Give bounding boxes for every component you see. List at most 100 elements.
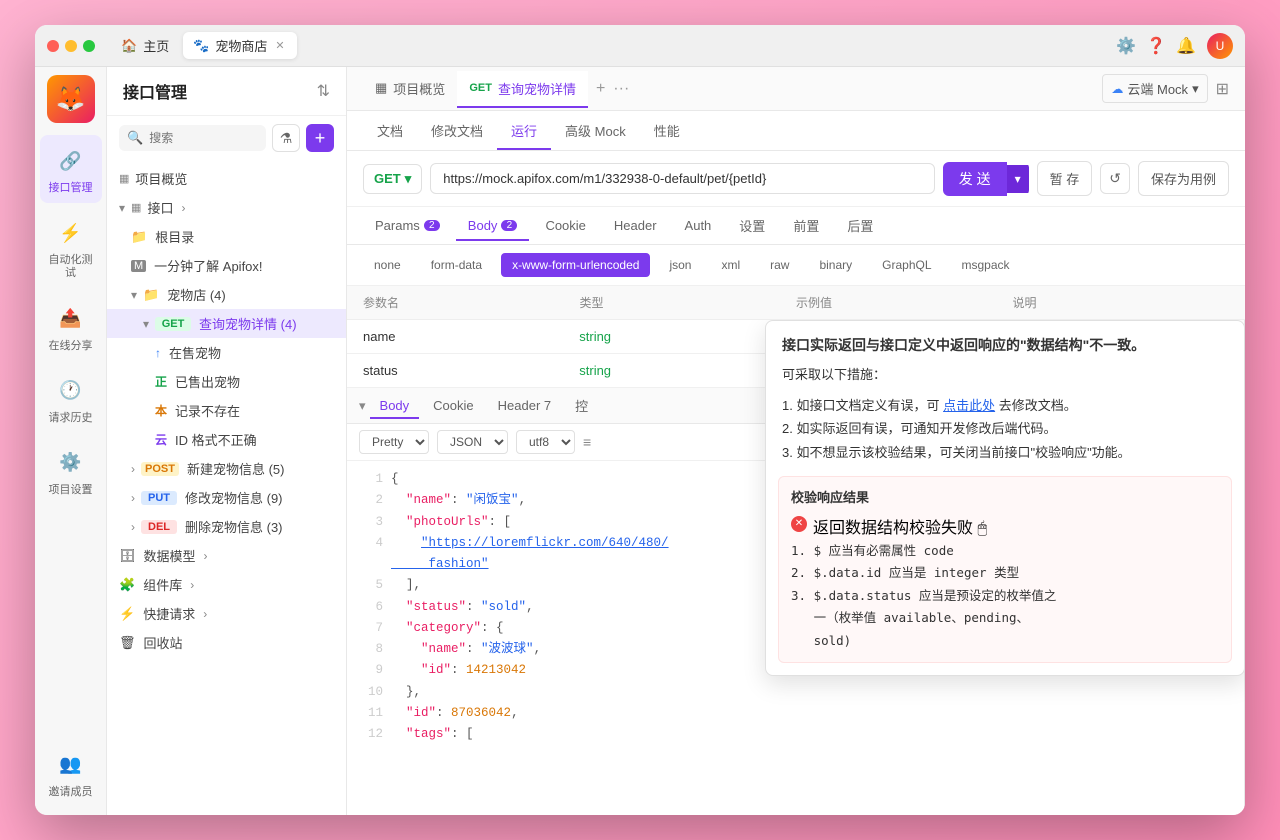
params-tab-settings[interactable]: 设置 [727,210,777,243]
body-type-xml[interactable]: xml [710,253,751,277]
not-exist-label: 记录不存在 [175,401,240,420]
lang-select[interactable]: JSON XML [437,430,508,454]
response-tab-cookie[interactable]: Cookie [423,394,483,419]
sidebar-item-automation[interactable]: ⚡ 自动化测试 [40,207,102,288]
sub-tab-performance[interactable]: 性能 [640,113,694,150]
help-icon[interactable]: ❓ [1147,37,1165,55]
tab-close-icon[interactable]: ✕ [273,38,286,53]
wrap-icon[interactable]: ≡ [583,434,591,450]
close-button[interactable] [47,40,59,52]
sub-tab-run[interactable]: 运行 [497,113,551,150]
tree-node-quick-request[interactable]: ⚡ 快捷请求 › [107,599,346,628]
data-model-label: 数据模型 [144,546,196,565]
settings-icon[interactable]: ⚙️ [1117,37,1135,55]
fix-doc-link[interactable]: 点击此处 [943,398,995,413]
tab-petshop[interactable]: 🐾 宠物商店 ✕ [183,32,296,59]
body-type-json[interactable]: json [658,253,702,277]
add-tab-button[interactable]: + [588,72,613,106]
validation-result-title: 校验响应结果 [791,487,1219,506]
response-tab-header[interactable]: Header 7 [488,394,561,419]
response-tab-control[interactable]: 控 [565,392,598,421]
tree-node-sale-pet[interactable]: ↑ 在售宠物 [107,338,346,367]
tree-node-sold-pet[interactable]: 正 已售出宠物 [107,367,346,396]
add-button[interactable]: + [306,124,334,152]
sidebar-item-invite-member[interactable]: 👥 邀请成员 [40,739,102,807]
response-tab-body[interactable]: Body [370,394,420,419]
tree-node-get-pet-detail[interactable]: ▾ GET 查询宠物详情 (4) [107,309,346,338]
photo-url-link[interactable]: "https://loremflickr.com/640/480/ fashio… [391,536,669,571]
sidebar-item-online-share[interactable]: 📤 在线分享 [40,293,102,361]
params-tab-auth[interactable]: Auth [673,212,724,241]
split-view-icon[interactable]: ⊞ [1216,79,1229,99]
send-main-button[interactable]: 发 送 [943,162,1007,196]
send-button[interactable]: 发 送 ▾ [943,162,1029,196]
body-type-graphql[interactable]: GraphQL [871,253,942,277]
tree-node-root-dir[interactable]: 📁 根目录 [107,222,346,251]
data-model-arrow: › [204,549,208,563]
api-icon: ▦ [131,201,141,214]
sub-tab-edit-doc[interactable]: 修改文档 [417,113,497,150]
tree-node-intro[interactable]: M 一分钟了解 Apifox! [107,251,346,280]
tree-node-not-exist[interactable]: 本 记录不存在 [107,396,346,425]
body-type-urlencoded[interactable]: x-www-form-urlencoded [501,253,650,277]
refresh-button[interactable]: ↺ [1100,163,1130,194]
send-arrow-button[interactable]: ▾ [1007,165,1029,193]
tree-node-project-overview[interactable]: ▦ 项目概览 [107,164,346,193]
get-pet-detail-tab-label: 查询宠物详情 [498,79,576,98]
cloud-icon: ☁ [1111,82,1123,96]
params-tab-cookie[interactable]: Cookie [533,212,597,241]
maximize-button[interactable] [83,40,95,52]
tree-node-api[interactable]: ▾ ▦ 接口 › [107,193,346,222]
params-tab-header[interactable]: Header [602,212,669,241]
content-tab-get-pet-detail[interactable]: GET 查询宠物详情 [457,71,588,108]
sub-tab-advanced-mock[interactable]: 高级 Mock [551,113,640,150]
tree-node-recycle[interactable]: 🗑 回收站 [107,628,346,657]
tree-node-del-pet[interactable]: › DEL 删除宠物信息 (3) [107,512,346,541]
method-select[interactable]: GET ▾ [363,164,422,194]
tab-bar: 🏠 主页 🐾 宠物商店 ✕ [111,32,1109,59]
body-type-binary[interactable]: binary [808,253,863,277]
save-case-button[interactable]: 保存为用例 [1138,161,1229,196]
tree-content: ▦ 项目概览 ▾ ▦ 接口 › 📁 根目录 M 一分钟了 [107,160,346,815]
tab-home-label: 主页 [143,36,169,55]
validation-error-list: 1. $ 应当有必需属性 code 2. $.data.id 应当是 integ… [791,540,1219,653]
sidebar-item-project-settings[interactable]: ⚙️ 项目设置 [40,437,102,505]
tree-node-components[interactable]: 🧩 组件库 › [107,570,346,599]
tree-node-petshop-folder[interactable]: ▾ 📁 宠物店 (4) [107,280,346,309]
tab-home[interactable]: 🏠 主页 [111,32,179,59]
tree-node-bad-id[interactable]: 云 ID 格式不正确 [107,425,346,454]
params-tab-post[interactable]: 后置 [835,210,885,243]
tree-node-data-model[interactable]: 🗄 数据模型 › [107,541,346,570]
post-chevron-icon: › [131,462,135,476]
notification-icon[interactable]: 🔔 [1177,37,1195,55]
cloud-mock-button[interactable]: ☁ 云端 Mock ▾ [1102,74,1207,103]
params-tab-params[interactable]: Params 2 [363,212,452,241]
body-badge: 2 [501,220,517,231]
more-tabs-button[interactable]: ··· [613,80,629,98]
body-type-msgpack[interactable]: msgpack [951,253,1021,277]
sidebar-item-request-history[interactable]: 🕐 请求历史 [40,365,102,433]
save-temp-button[interactable]: 暂 存 [1037,161,1093,196]
tree-node-put-pet[interactable]: › PUT 修改宠物信息 (9) [107,483,346,512]
collapse-icon[interactable]: ▾ [359,398,366,414]
sub-tab-doc[interactable]: 文档 [363,113,417,150]
filter-button[interactable]: ⚗ [272,124,300,152]
params-tab-pre[interactable]: 前置 [781,210,831,243]
avatar[interactable]: U [1207,33,1233,59]
sidebar-item-api-manage[interactable]: 🔗 接口管理 [40,135,102,203]
sort-icon[interactable]: ⇅ [317,81,330,101]
format-select[interactable]: Pretty Raw [359,430,429,454]
params-tab-body[interactable]: Body 2 [456,212,530,241]
url-input[interactable] [430,163,934,194]
encoding-select[interactable]: utf8 [516,430,575,454]
body-type-form-data[interactable]: form-data [420,253,493,277]
content-tab-project-overview[interactable]: ▦ 项目概览 [363,71,457,108]
body-type-raw[interactable]: raw [759,253,800,277]
tree-node-post-pet[interactable]: › POST 新建宠物信息 (5) [107,454,346,483]
error-item-1: 1. $ 应当有必需属性 code [791,540,1219,563]
minimize-button[interactable] [65,40,77,52]
get-badge: GET [155,317,191,331]
search-input[interactable] [149,131,258,145]
put-badge: PUT [141,491,177,505]
body-type-none[interactable]: none [363,253,412,277]
